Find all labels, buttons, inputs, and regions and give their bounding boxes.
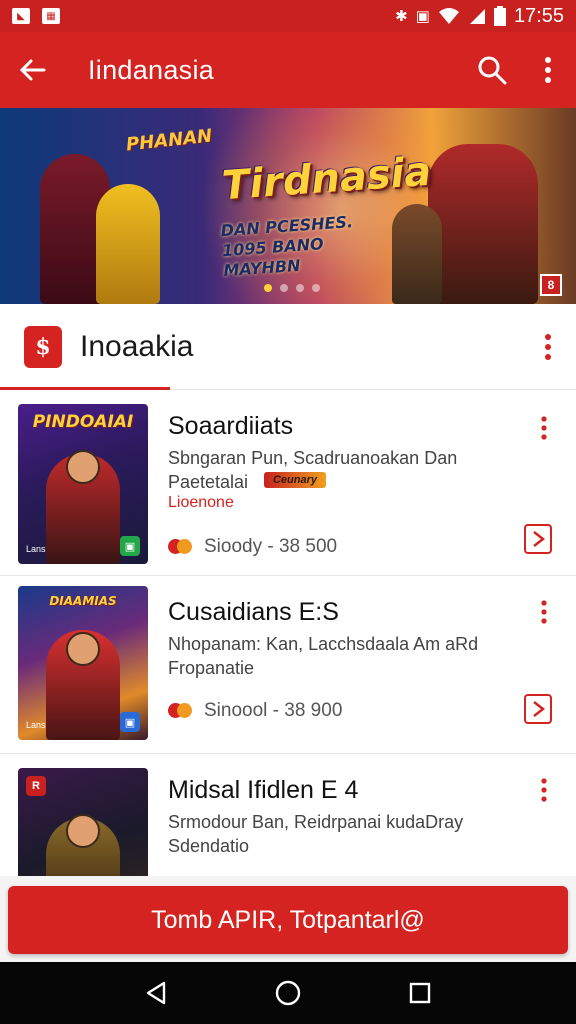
battery-icon bbox=[493, 6, 506, 26]
store-bag-icon: $ bbox=[24, 325, 62, 368]
banner-dot[interactable] bbox=[280, 284, 288, 292]
banner-subtitle: DAN PCESHES. 1095 BANO MAYHBN bbox=[220, 212, 354, 281]
signal-icon bbox=[469, 9, 485, 24]
list-item[interactable]: DIAAMIAS Lans ▣ Cusaidians E:S Nhopanam:… bbox=[0, 576, 576, 754]
wifi-icon bbox=[438, 8, 459, 24]
banner-dot[interactable] bbox=[312, 284, 320, 292]
status-time: 17:55 bbox=[513, 4, 564, 27]
app-tag-badge: Ceunary bbox=[264, 472, 326, 488]
section-title: Inoaakia bbox=[80, 329, 194, 363]
thumbnail-badge-icon: ▣ bbox=[120, 712, 140, 732]
status-indicators: ✱ ▣ 17:55 bbox=[395, 5, 564, 28]
thumbnail-character-head bbox=[66, 814, 100, 848]
home-circle-icon[interactable] bbox=[268, 973, 308, 1013]
app-title: Cusaidians E:S bbox=[168, 598, 339, 626]
row-more-icon[interactable] bbox=[534, 414, 554, 442]
thumbnail-tag: Lans bbox=[26, 544, 46, 554]
app-list: PINDOAIAI Lans ▣ Soaardiiats Sbngaran Pu… bbox=[0, 390, 576, 876]
section-more-icon[interactable] bbox=[538, 333, 558, 360]
section-header: $ Inoaakia bbox=[0, 304, 576, 390]
recents-square-icon[interactable] bbox=[400, 973, 440, 1013]
thumbnail-title: PINDOAIAI bbox=[32, 412, 134, 432]
app-price: Sinoool - 38 900 bbox=[168, 700, 342, 722]
row-more-icon[interactable] bbox=[534, 776, 554, 804]
cta-container: Tomb APIR, Totpantarl@ bbox=[0, 876, 576, 962]
app-description: Sbngaran Pun, Scadruanoakan Dan Paetetal… bbox=[168, 448, 458, 492]
price-coins-icon bbox=[168, 700, 194, 722]
app-thumbnail[interactable]: R bbox=[18, 768, 148, 876]
thumbnail-badge-icon: ▣ bbox=[120, 536, 140, 556]
back-arrow-icon[interactable] bbox=[0, 32, 64, 108]
app-title: Soaardiiats bbox=[168, 412, 294, 440]
banner-pager bbox=[264, 284, 320, 292]
open-app-button[interactable] bbox=[524, 524, 552, 554]
thumbnail-title: DIAAMIAS bbox=[49, 594, 117, 608]
banner-corner-text: PHANAN bbox=[125, 125, 214, 156]
back-triangle-icon[interactable] bbox=[136, 973, 176, 1013]
search-icon[interactable] bbox=[464, 32, 520, 108]
app-title: Midsal Ifidlen E 4 bbox=[168, 776, 359, 804]
row-more-icon[interactable] bbox=[534, 598, 554, 626]
thumbnail-badge-icon: R bbox=[26, 776, 46, 796]
open-arrow-icon bbox=[533, 531, 546, 547]
app-tag-label: Lioenone bbox=[168, 494, 234, 511]
system-nav-bar bbox=[0, 962, 576, 1024]
banner-character-right bbox=[428, 144, 538, 304]
app-price-label: Sioody - 38 500 bbox=[204, 536, 338, 557]
primary-cta-button[interactable]: Tomb APIR, Totpantarl@ bbox=[8, 886, 568, 954]
banner-character-back bbox=[392, 204, 442, 304]
app-tag-badge-label: Ceunary bbox=[272, 474, 318, 486]
notification-gallery-icon: ▦ bbox=[42, 8, 60, 24]
app-price: Sioody - 38 500 bbox=[168, 536, 337, 558]
page-title: Iindanasia bbox=[88, 54, 215, 85]
app-description: Nhopanam: Kan, Lacchsdaala Am aRd Fropan… bbox=[168, 634, 479, 678]
thumbnail-tag: Lans bbox=[26, 720, 46, 730]
open-app-button[interactable] bbox=[524, 694, 552, 724]
more-vert-icon[interactable] bbox=[520, 32, 576, 108]
banner-badge: 8 bbox=[540, 274, 562, 296]
app-thumbnail[interactable]: DIAAMIAS Lans ▣ bbox=[18, 586, 148, 740]
app-price-label: Sinoool - 38 900 bbox=[204, 700, 343, 721]
app-description: Srmodour Ban, Reidrpanai kudaDray Sdenda… bbox=[168, 812, 464, 856]
app-bar: Iindanasia bbox=[0, 32, 576, 108]
bluetooth-icon: ✱ bbox=[395, 8, 408, 25]
notification-app-icon: ◣ bbox=[12, 8, 30, 24]
open-arrow-icon bbox=[533, 701, 546, 717]
vibrate-icon: ▣ bbox=[415, 8, 430, 25]
banner-character-girl bbox=[96, 184, 160, 304]
status-bar: ◣ ▦ ✱ ▣ 17:55 bbox=[0, 0, 576, 32]
app-bar-actions bbox=[464, 32, 576, 108]
thumbnail-character-head bbox=[66, 450, 100, 484]
list-item[interactable]: R Midsal Ifidlen E 4 Srmodour Ban, Reidr… bbox=[0, 754, 576, 876]
app-thumbnail[interactable]: PINDOAIAI Lans ▣ bbox=[18, 404, 148, 564]
banner-dot[interactable] bbox=[296, 284, 304, 292]
promo-banner[interactable]: PHANAN Tirdnasia DAN PCESHES. 1095 BANO … bbox=[0, 108, 576, 304]
list-item[interactable]: PINDOAIAI Lans ▣ Soaardiiats Sbngaran Pu… bbox=[0, 390, 576, 576]
status-notifications: ◣ ▦ bbox=[12, 8, 60, 24]
app-tag: Lioenone bbox=[168, 494, 234, 512]
thumbnail-character-head bbox=[66, 632, 100, 666]
banner-dot[interactable] bbox=[264, 284, 272, 292]
price-coins-icon bbox=[168, 536, 194, 558]
